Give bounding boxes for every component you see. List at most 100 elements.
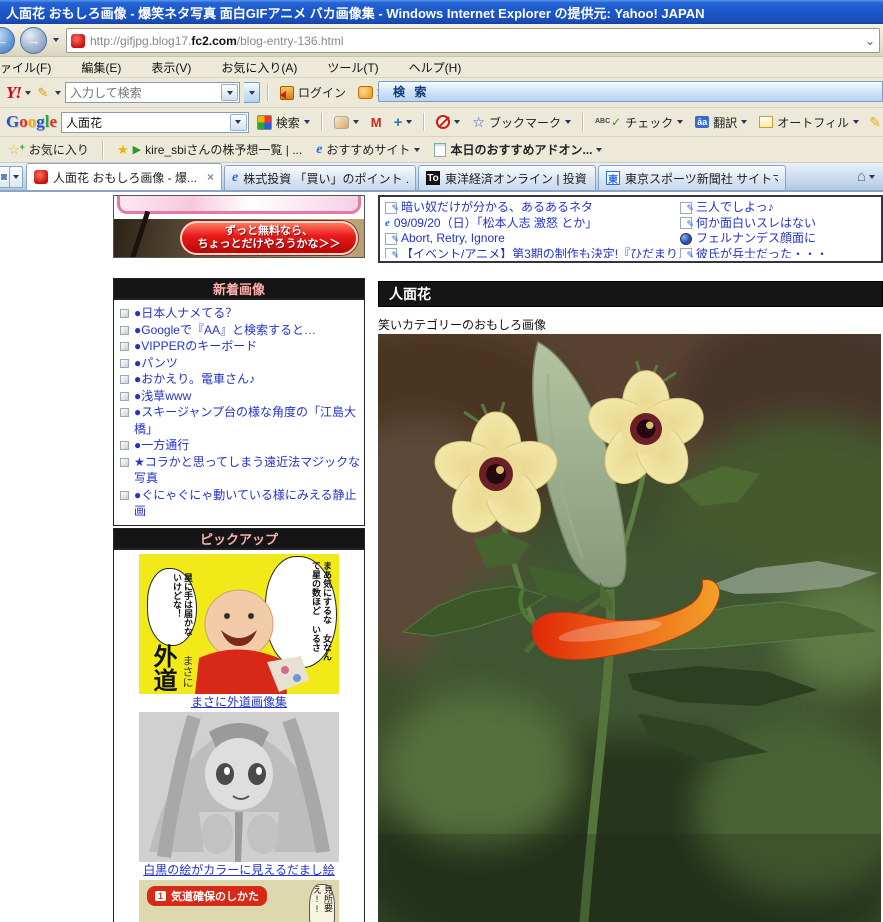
page-content: ずっと無料なら、 ちょっとだけやろうかな＞＞ 新着画像 ●日本人ナメてる？ ●G… (0, 192, 883, 922)
highlighter-icon[interactable]: ✎ (867, 114, 883, 130)
google-mini-logo-icon (257, 115, 272, 130)
entry-link[interactable]: 【イベント/アニメ】第3期の制作も決定!『ひだまりス... (385, 247, 680, 259)
page-edit-icon (385, 233, 397, 245)
google-search-history-icon[interactable] (230, 114, 247, 131)
entry-link[interactable]: 彼氏が兵士だった・・・ (680, 247, 876, 259)
home-button[interactable]: ⌂ (857, 168, 875, 185)
popup-blocker-icon (436, 115, 450, 129)
spell-check-button[interactable]: ABC✓ チェック (591, 112, 687, 133)
menu-edit[interactable]: 編集(E) (79, 57, 123, 78)
tab-list-button[interactable] (9, 166, 23, 188)
menu-view[interactable]: 表示(V) (149, 57, 193, 78)
ie-icon: e (385, 216, 390, 232)
ad-banner-button[interactable]: ずっと無料なら、 ちょっとだけやろうかな＞＞ (180, 221, 358, 255)
add-favorite-button[interactable]: ☆ お気に入り (4, 139, 93, 160)
entry-link[interactable]: e09/09/20（日）「松本人志 激怒 とか」 (385, 216, 680, 232)
url-path: /blog-entry-136.html (237, 34, 344, 48)
tab-stock-invest[interactable]: e 株式投資 「買い」のポイント ... (224, 165, 416, 190)
suggested-sites-button[interactable]: e おすすめサイト (312, 139, 424, 160)
article-title: 人面花 (378, 281, 883, 307)
list-item[interactable]: ●一方通行 (118, 437, 362, 454)
menu-file[interactable]: ファイル(F) (0, 57, 53, 78)
tokyo-sports-favicon: 東 (606, 171, 620, 185)
tab-label: 東京スポーツ新聞社 サイトマ... (625, 170, 778, 187)
yahoo-logo-dropdown-icon[interactable] (25, 91, 31, 95)
site-favicon (71, 34, 85, 48)
manga-illustration (139, 712, 339, 862)
spell-check-label: チェック (625, 114, 673, 131)
firstaid-title: 気道確保のしかた (171, 888, 259, 904)
pickup-caption-baby[interactable]: まさに外道画像集 (114, 694, 364, 712)
translate-button[interactable]: āa 翻訳 (691, 112, 751, 133)
browser-window: 人面花 おもしろ画像 - 爆笑ネタ写真 面白GIFアニメ バカ画像集 - Win… (0, 0, 883, 922)
google-add-button[interactable]: + (390, 112, 417, 133)
article-category[interactable]: 笑いカテゴリーのおもしろ画像 (378, 316, 883, 331)
translate-icon: āa (695, 116, 709, 128)
yahoo-search-button-label[interactable]: 検 索 (378, 81, 883, 102)
list-item[interactable]: ●ぐにゃぐにゃ動いている様にみえる静止画 (118, 487, 362, 520)
tab-toyo-keizai[interactable]: To 東洋経済オンライン | 投資・... (418, 165, 596, 190)
yahoo-search-history-icon[interactable] (221, 84, 238, 101)
main-column: 暗い奴だけが分かる、あるあるネタ e09/09/20（日）「松本人志 激怒 とか… (378, 195, 883, 922)
google-search-input[interactable] (62, 115, 229, 129)
gmail-button[interactable]: M (367, 113, 386, 132)
list-item[interactable]: ●パンツ (118, 355, 362, 372)
back-button[interactable]: ← (0, 27, 15, 54)
yahoo-logo[interactable]: Y! (6, 83, 21, 103)
pickup-image-firstaid[interactable]: 1 気道確保のしかた 見所要え!! (139, 880, 339, 922)
yahoo-search-input[interactable] (66, 86, 220, 100)
yahoo-search-button[interactable]: 検 索 (244, 82, 260, 103)
list-item[interactable]: ●日本人ナメてる？ (118, 305, 362, 322)
tab-label: 東洋経済オンライン | 投資・... (445, 170, 588, 187)
autofill-label: オートフィル (777, 114, 849, 131)
list-item[interactable]: ●おかえり。電車さん♪ (118, 371, 362, 388)
google-search-label: 検索 (276, 114, 300, 131)
entry-link[interactable]: Abort, Retry, Ignore (385, 231, 680, 247)
list-item[interactable]: ●浅草www (118, 388, 362, 405)
tab-current[interactable]: 人面花 おもしろ画像 - 爆... × (26, 163, 222, 190)
url-text[interactable]: http://gifjpg.blog17.fc2.com/blog-entry-… (90, 34, 860, 48)
new-images-list: ●日本人ナメてる？ ●Googleで『AA』と検索すると… ●VIPPERのキー… (114, 300, 364, 525)
menu-help[interactable]: ヘルプ(H) (407, 57, 464, 78)
list-item[interactable]: ★コラかと思ってしまう遠近法マジックな写真 (118, 454, 362, 487)
list-item[interactable]: ●スキージャンプ台の様な角度の「江島大橋」 (118, 404, 362, 437)
yahoo-search-dropdown-icon[interactable] (244, 82, 260, 103)
popup-blocker-button[interactable] (432, 113, 464, 131)
forward-button[interactable]: → (20, 27, 47, 54)
yahoo-login-button[interactable]: ログイン (276, 82, 350, 103)
address-dropdown-icon[interactable]: ⌄ (865, 34, 875, 48)
tab-tokyo-sports[interactable]: 東 東京スポーツ新聞社 サイトマ... (598, 165, 786, 190)
entry-link[interactable]: フェルナンデス顔面に (680, 231, 876, 247)
addon-of-day-button[interactable]: 本日のおすすめアドオン... (430, 139, 606, 160)
bookmark-star-icon: ☆ (472, 114, 485, 131)
tab-current-label: 人面花 おもしろ画像 - 爆... (53, 169, 200, 186)
google-search-button[interactable]: 検索 (253, 112, 314, 133)
pickup-image-manga[interactable] (139, 712, 339, 862)
favorite-link-stocks[interactable]: ★ ▶ kire_sbiさんの株予想一覧 | ... (113, 139, 306, 160)
autofill-button[interactable]: オートフィル (755, 112, 863, 133)
tab-close-icon[interactable]: × (207, 170, 214, 184)
google-bookmark-button[interactable]: ☆ ブックマーク (468, 112, 575, 133)
ad-banner[interactable]: ずっと無料なら、 ちょっとだけやろうかな＞＞ (113, 195, 365, 258)
pickup-caption-manga[interactable]: 白黒の絵がカラーに見えるだまし絵 (114, 862, 364, 880)
yahoo-pencil-dropdown-icon[interactable] (55, 91, 61, 95)
list-item[interactable]: ●VIPPERのキーボード (118, 338, 362, 355)
yahoo-search-box[interactable] (65, 82, 240, 103)
yahoo-pencil-icon[interactable]: ✎ (35, 85, 51, 101)
google-news-button[interactable] (330, 114, 363, 131)
yahoo-login-label: ログイン (298, 84, 346, 101)
entry-link[interactable]: 何か面白いスレはない (680, 216, 876, 232)
entry-link[interactable]: 暗い奴だけが分かる、あるあるネタ (385, 200, 680, 216)
pickup-image-baby[interactable]: まあ気にするな 女なんて星の数ほど いるさ 星に手は届かないけどな！ (139, 554, 339, 694)
address-bar[interactable]: http://gifjpg.blog17.fc2.com/blog-entry-… (66, 28, 880, 53)
list-item[interactable]: ●Googleで『AA』と検索すると… (118, 322, 362, 339)
history-dropdown-icon[interactable] (53, 38, 59, 42)
menu-favorites[interactable]: お気に入り(A) (219, 57, 299, 78)
plus-icon: + (394, 114, 403, 131)
google-logo[interactable]: Google (6, 112, 57, 132)
menu-tools[interactable]: ツール(T) (325, 57, 380, 78)
face-flower-illustration (378, 334, 881, 922)
news-icon (334, 116, 349, 129)
entry-link[interactable]: 三人でしよっ♪ (680, 200, 876, 216)
google-search-box[interactable] (61, 112, 249, 133)
